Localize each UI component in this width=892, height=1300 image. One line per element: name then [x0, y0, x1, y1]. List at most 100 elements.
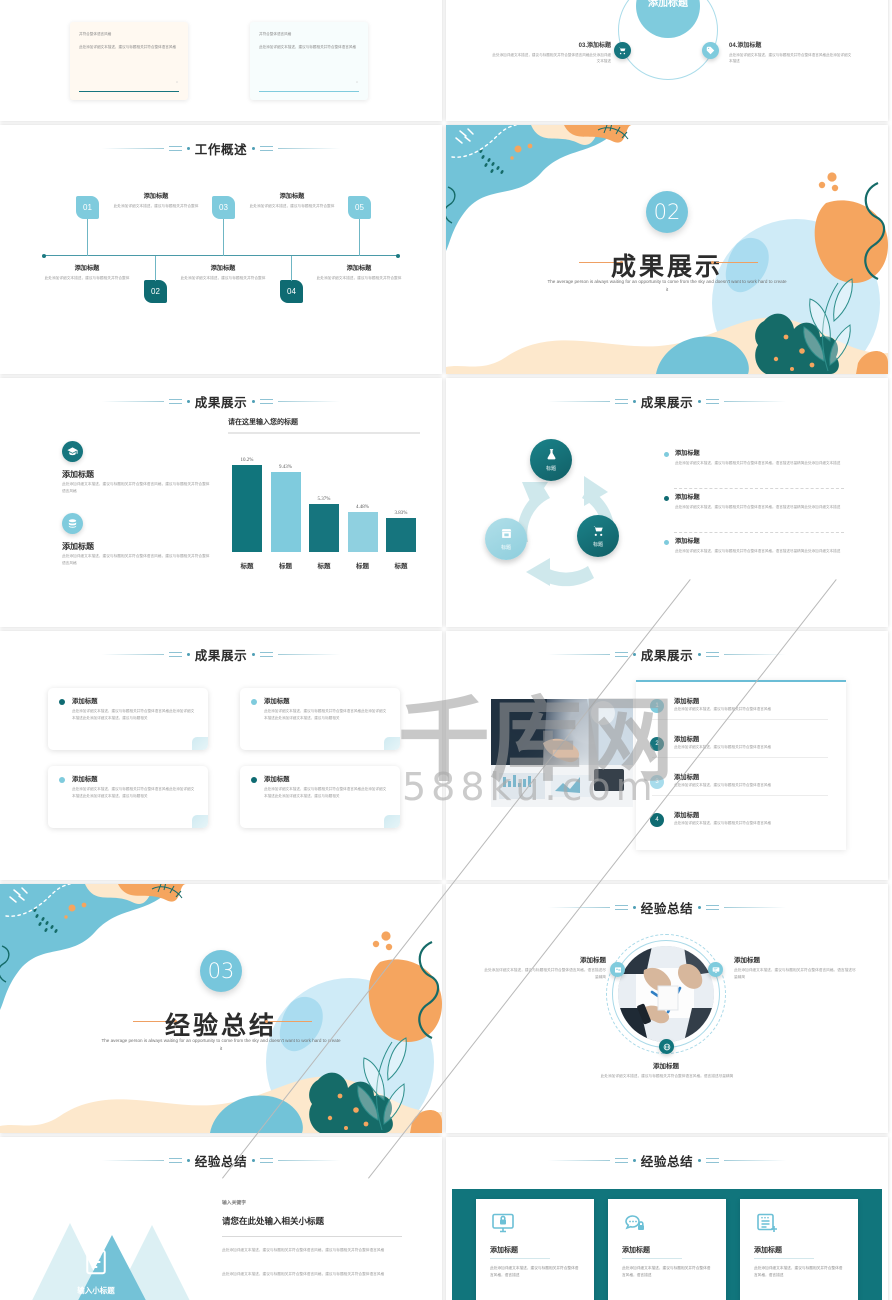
- bar-value: 4.48%: [356, 504, 369, 510]
- feature-rule: [622, 1258, 682, 1259]
- slide-summary-three-features[interactable]: 经验总结 添加标题 此处添加详细文本描述，建议与标题相关并符合整体语言风格，语言…: [446, 1137, 888, 1300]
- content-card[interactable]: 添加标题 此处添加详细文本描述，建议与标题相关并符合整体语言风格此处添加详细文本…: [240, 688, 400, 750]
- nav-item[interactable]: 03.添加标题 此处添加详细文本描述，建议与标题相关并符合整体语言风格此处添加详…: [491, 40, 611, 65]
- feature-card[interactable]: 添加标题 此处添加详细文本描述，建议与标题相关并符合整体语言风格，语言描述: [476, 1199, 594, 1300]
- title-ticks-right: [260, 652, 274, 657]
- cycle-node[interactable]: 标题: [577, 515, 619, 557]
- content-card[interactable]: 添加标题 此处添加详细文本描述，建议与标题相关并符合整体语言风格此处添加详细文本…: [48, 766, 208, 828]
- title-ticks-left: [614, 905, 628, 910]
- card-heading: 添加标题: [264, 698, 290, 705]
- title-ticks-right: [706, 652, 720, 657]
- slide-top-partial-circle-nav[interactable]: 添加标题 03.添加标题 此处添加详细文本描述，建议与标题相关并符合整体语言风格…: [446, 0, 888, 121]
- info-card[interactable]: 并符合整体语言风格 此处添加详细文本描述，建议与标题相关并符合整体语言风格 ”: [70, 22, 188, 100]
- list-number: 3: [650, 775, 664, 789]
- card-dot: [251, 699, 257, 705]
- slide-summary-mountain[interactable]: 经验总结 输入小标题 输入关键字 请您在此处输入相关小标题 此处添加详细文本描述…: [0, 1137, 442, 1300]
- node-heading: 添加标题: [74, 265, 100, 272]
- title-ticks-left: [614, 399, 628, 404]
- slide-results-four-cards[interactable]: 成果展示 添加标题 此处添加详细文本描述，建议与标题相关并符合整体语言风格此处添…: [0, 631, 442, 880]
- slide-row-4: 03 经验总结 The average person is always wai…: [0, 884, 892, 1133]
- slide-title-bar: 工作概述: [0, 139, 442, 158]
- timeline-node-badge[interactable]: 01: [76, 196, 99, 219]
- bar-value: 5.37%: [317, 496, 331, 502]
- node-heading: 添加标题: [143, 193, 169, 200]
- slide-title-bar: 成果展示: [446, 645, 888, 664]
- feature-card[interactable]: 添加标题 此处添加详细文本描述，建议与标题相关并符合整体语言风格，语言描述: [740, 1199, 858, 1300]
- title-rule-right: [724, 907, 787, 908]
- list-desc: 此处添加详细文本描述，建议与标题相关并符合整体语言风格: [674, 821, 772, 825]
- bar: [347, 511, 378, 552]
- title-rule-left: [547, 1160, 610, 1161]
- cycle-node[interactable]: 标题: [485, 518, 527, 560]
- flask-icon: [545, 448, 558, 463]
- title-ticks-right: [260, 146, 274, 151]
- page-title: 经验总结: [640, 1154, 694, 1169]
- bullet-desc: 此处添加详细文本描述，建议与标题相关并符合整体语言风格。语言描述尽量精简此处添加…: [675, 549, 841, 553]
- nav-item-title: 03.添加标题: [578, 43, 611, 49]
- list-heading: 添加标题: [674, 774, 700, 781]
- section-number: 03: [200, 950, 242, 992]
- timeline-node-badge[interactable]: 04: [280, 280, 303, 303]
- card-heading: 添加标题: [72, 776, 98, 783]
- title-rule-left: [101, 148, 164, 149]
- feature-rule: [490, 1258, 550, 1259]
- page-title: 经验总结: [640, 901, 694, 916]
- title-rule-right: [278, 1160, 341, 1161]
- title-dot-right: [698, 906, 702, 909]
- cart-icon: [614, 42, 631, 59]
- feature-heading: 添加标题: [490, 1247, 518, 1254]
- card-desc: 此处添加详细文本描述，建议与标题相关并符合整体语言风格此处添加详细文本描述此处添…: [264, 787, 387, 798]
- slide-title-bar: 成果展示: [0, 645, 442, 664]
- timeline-node-badge[interactable]: 03: [212, 196, 235, 219]
- page-title: 经验总结: [194, 1154, 248, 1169]
- slide-summary-circular-photo[interactable]: 经验总结 添加标题 此处添加详细文本描述，建议与标题相关并符合整体语言风格。语言…: [446, 884, 888, 1133]
- tag-icon: [702, 42, 719, 59]
- slide-section-cover-02[interactable]: 02 成果展示 The average person is always wai…: [446, 125, 888, 374]
- feature-rule: [754, 1258, 814, 1259]
- center-label: 添加标题: [648, 0, 688, 9]
- slide-row-0: 并符合整体语言风格 此处添加详细文本描述，建议与标题相关并符合整体语言风格 ” …: [0, 0, 892, 121]
- feature-desc: 此处添加详细文本描述，建议与标题相关并符合整体语言风格，建议与标题相关并符合整体…: [62, 554, 210, 566]
- slide-work-overview-timeline[interactable]: 工作概述 01 添加标题 此处添加详细文本描述，建议与标题相关并符合整体 02 …: [0, 125, 442, 374]
- info-card[interactable]: 并符合整体语言风格 此处添加详细文本描述，建议与标题相关并符合整体语言风格 ”: [250, 22, 368, 100]
- list-divider: [652, 795, 828, 796]
- slide-row-1: 工作概述 01 添加标题 此处添加详细文本描述，建议与标题相关并符合整体 02 …: [0, 125, 892, 374]
- bullet-item[interactable]: 添加标题 此处添加详细文本描述，建议与标题相关并符合整体语言风格。语言描述尽量精…: [664, 448, 844, 467]
- item-heading: 添加标题: [653, 1063, 679, 1070]
- slide-row-2: 成果展示 添加标题 此处添加详细文本描述，建议与标题相关并符合整体语言风格，建议…: [0, 378, 892, 627]
- title-dot-left: [186, 653, 190, 656]
- slide-title-bar: 成果展示: [0, 392, 442, 411]
- slide-results-photo-list[interactable]: 成果展示 1 添加标题 此处添加详细文本描述，建议与标题相关并符合整体语言风格 …: [446, 631, 888, 880]
- graduation-cap-icon: [62, 441, 83, 462]
- list-desc: 此处添加详细文本描述，建议与标题相关并符合整体语言风格: [674, 783, 772, 787]
- title-dot-left: [632, 400, 636, 403]
- title-ticks-right: [706, 399, 720, 404]
- chart-categories: 标题 标题 标题 标题 标题: [232, 560, 416, 570]
- slide-title-bar: 经验总结: [0, 1151, 442, 1170]
- feature-card[interactable]: 添加标题 此处添加详细文本描述，建议与标题相关并符合整体语言风格，语言描述: [608, 1199, 726, 1300]
- nav-item[interactable]: 04.添加标题 此处添加详细文本描述，建议与标题相关并符合整体语言风格此处添加详…: [729, 40, 854, 65]
- bar-value: 3.83%: [394, 510, 408, 516]
- slide-top-partial-cards[interactable]: 并符合整体语言风格 此处添加详细文本描述，建议与标题相关并符合整体语言风格 ” …: [0, 0, 442, 121]
- title-ticks-right: [706, 1158, 720, 1163]
- shop-icon: [500, 527, 513, 542]
- cycle-node[interactable]: 标题: [530, 439, 572, 481]
- list-heading: 添加标题: [674, 736, 700, 743]
- slide-results-cycle[interactable]: 成果展示 标题 标题 标题 添加标题 此处添加详细文本描述，建议与标题相关并符合…: [446, 378, 888, 627]
- bullet-item[interactable]: 添加标题 此处添加详细文本描述，建议与标题相关并符合整体语言风格。语言描述尽量精…: [664, 492, 844, 511]
- meeting-photo: [491, 699, 633, 807]
- list-divider: [652, 719, 828, 720]
- title-rule-right: [724, 654, 787, 655]
- bullet-divider: [674, 488, 844, 489]
- content-card[interactable]: 添加标题 此处添加详细文本描述，建议与标题相关并符合整体语言风格此处添加详细文本…: [48, 688, 208, 750]
- timeline-node-badge[interactable]: 02: [144, 280, 167, 303]
- bullet-item[interactable]: 添加标题 此处添加详细文本描述，建议与标题相关并符合整体语言风格。语言描述尽量精…: [664, 536, 844, 555]
- content-card[interactable]: 添加标题 此处添加详细文本描述，建议与标题相关并符合整体语言风格此处添加详细文本…: [240, 766, 400, 828]
- slide-results-chart[interactable]: 成果展示 添加标题 此处添加详细文本描述，建议与标题相关并符合整体语言风格，建议…: [0, 378, 442, 627]
- subheading: 请您在此处输入相关小标题: [222, 1216, 325, 1226]
- card-desc: 此处添加详细文本描述，建议与标题相关并符合整体语言风格此处添加详细文本描述此处添…: [72, 787, 195, 798]
- slide-section-cover-03[interactable]: 03 经验总结 The average person is always wai…: [0, 884, 442, 1133]
- document-icon: [80, 1247, 112, 1277]
- timeline-node-badge[interactable]: 05: [348, 196, 371, 219]
- title-dot-right: [252, 653, 256, 656]
